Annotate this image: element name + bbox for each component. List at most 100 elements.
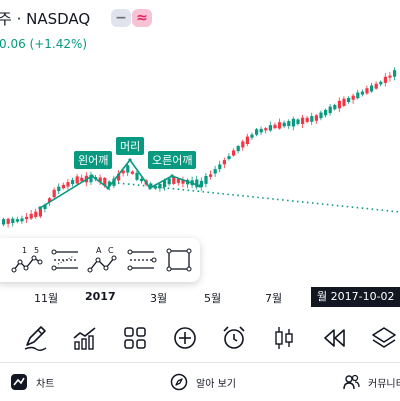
candle-body — [310, 116, 314, 122]
nav-explore-label: 알아 보기 — [196, 378, 236, 390]
chart-type-button[interactable] — [270, 324, 298, 352]
candle-body — [227, 156, 231, 160]
candle-body — [222, 160, 226, 165]
indicators-button[interactable] — [71, 324, 99, 352]
candle-body — [365, 88, 369, 94]
candle-body — [255, 129, 259, 135]
xaxis-label-may: 5월 — [204, 292, 222, 305]
candle-body — [75, 176, 79, 184]
nav-chart[interactable]: 차트 — [10, 371, 54, 393]
candle-body — [370, 85, 374, 92]
drawing-tools-panel: 1 5 A C — [0, 238, 200, 282]
pattern-point — [198, 184, 202, 188]
candle-body — [333, 104, 337, 110]
price-change: 0.06 (+1.42%) — [0, 37, 88, 51]
pattern-point — [170, 174, 174, 178]
head-label: 머리 — [116, 137, 145, 155]
candle-body — [342, 98, 346, 106]
candle-body — [20, 218, 24, 222]
pattern-point — [128, 158, 132, 162]
abcd-pattern-icon: A C — [87, 246, 117, 273]
tool-label-c: C — [108, 246, 114, 255]
candle-body — [259, 128, 263, 133]
candle-body — [337, 100, 341, 109]
nav-community[interactable]: 커뮤니티 — [342, 371, 400, 393]
xaxis-label-jul: 7월 — [265, 292, 283, 305]
candle-body — [213, 169, 217, 174]
candle-body — [328, 106, 332, 114]
candle-body — [374, 83, 378, 89]
candle-body — [388, 75, 392, 78]
replay-button[interactable] — [320, 324, 348, 352]
candle-body — [296, 119, 300, 124]
alert-icon — [223, 326, 245, 349]
candle-body — [149, 183, 153, 187]
symbol-title[interactable]: 주 · NASDAQ — [0, 8, 90, 29]
candle-body — [301, 117, 305, 124]
indicators-icon — [73, 327, 96, 350]
approx-icon: ≈ — [136, 10, 148, 26]
pattern-point — [106, 186, 110, 190]
left-shoulder-label: 왼어깨 — [74, 151, 113, 169]
candle-body — [278, 122, 282, 129]
candle-body — [383, 76, 387, 83]
candle-body — [135, 172, 139, 180]
add-icon — [174, 327, 196, 349]
candle-body — [305, 117, 309, 122]
candle-body — [287, 121, 291, 127]
nav-explore[interactable]: 알아 보기 — [170, 371, 236, 393]
xaxis-label-mar: 3월 — [150, 292, 168, 305]
candle-body — [61, 184, 65, 189]
chart-toolbar — [0, 316, 400, 360]
five-point-pattern-icon: 1 5 — [11, 246, 43, 273]
right-shoulder-label: 오른어깨 — [148, 151, 197, 169]
candle-body — [57, 186, 61, 192]
add-button[interactable] — [171, 324, 199, 352]
candle-body — [241, 141, 245, 148]
projection-tool[interactable] — [124, 242, 158, 278]
rectangle-icon — [166, 248, 192, 272]
candle-body — [291, 118, 295, 127]
drawing-button[interactable] — [22, 324, 50, 352]
rectangle-tool[interactable] — [162, 242, 196, 278]
candle-body — [52, 189, 56, 198]
candle-body — [351, 95, 355, 100]
people-icon — [343, 374, 360, 390]
nav-community-label: 커뮤니티 — [368, 378, 400, 390]
candle-body — [314, 115, 318, 121]
candle-body — [282, 122, 286, 127]
compass-icon — [170, 373, 188, 391]
abcd-pattern-tool[interactable]: A C — [86, 242, 120, 278]
compare-button[interactable]: ≈ — [132, 9, 152, 27]
candle-body — [11, 218, 15, 224]
lines-tool[interactable] — [48, 242, 82, 278]
templates-icon — [124, 327, 146, 349]
candle-body — [204, 175, 208, 184]
collapse-button[interactable]: − — [111, 9, 131, 27]
lines-icon — [51, 249, 78, 271]
xaxis-label-nov: 11월 — [34, 292, 59, 305]
bottom-navigation: 차트 알아 보기 커뮤니티 — [0, 362, 400, 401]
layers-button[interactable] — [370, 324, 398, 352]
candle-body — [209, 174, 213, 177]
candle-body — [273, 124, 277, 129]
pattern-point — [90, 174, 94, 178]
candle-body — [176, 178, 180, 183]
tool-label-1: 1 — [22, 246, 27, 255]
candle-body — [25, 216, 29, 220]
candle-body — [360, 91, 364, 95]
candle-body — [268, 125, 272, 131]
templates-button[interactable] — [121, 324, 149, 352]
candle-body — [232, 150, 236, 156]
candle-body — [6, 218, 10, 224]
candle-body — [34, 211, 38, 217]
layers-icon — [372, 327, 396, 348]
chart-type-icon — [275, 327, 293, 349]
minus-icon: − — [115, 10, 127, 26]
alert-button[interactable] — [220, 324, 248, 352]
candle-body — [66, 182, 70, 187]
five-point-pattern-tool[interactable]: 1 5 — [10, 242, 44, 278]
candle-body — [140, 178, 144, 182]
tool-label-a: A — [96, 246, 102, 255]
candle-body — [15, 219, 19, 222]
